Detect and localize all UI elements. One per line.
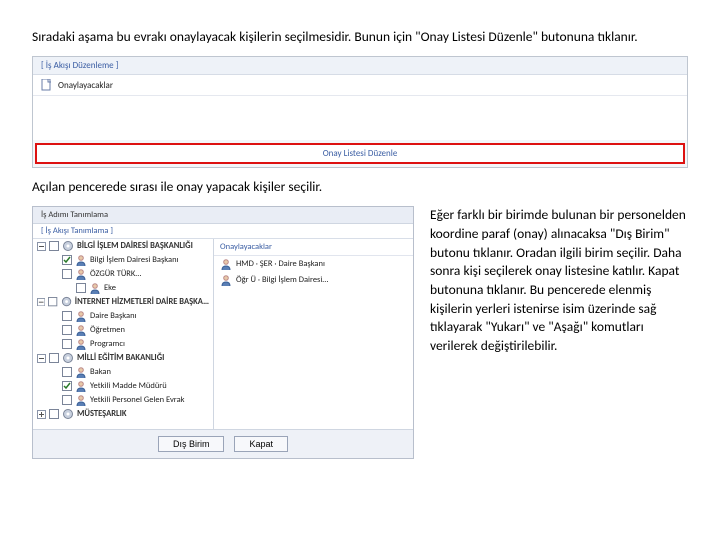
tree-item-label: Yetkili Madde Müdürü (90, 381, 167, 391)
person-icon (75, 366, 87, 378)
org-tree[interactable]: BİLGİ İŞLEM DAİRESİ BAŞKANLIĞI Bilgi İşle… (33, 239, 214, 429)
tree-item-label: Yetkili Personel Gelen Evrak (90, 395, 185, 405)
step-definition-window: İş Adımı Tanımlama [ İş Akışı Tanımlama … (32, 206, 414, 459)
checkbox-icon[interactable] (49, 353, 59, 363)
tree-item[interactable]: ÖZGÜR TÜRK… (33, 267, 213, 281)
close-button[interactable]: Kapat (234, 436, 288, 452)
checkbox-icon[interactable] (49, 409, 59, 419)
gear-icon (62, 240, 74, 252)
tree-toggle-icon[interactable] (37, 298, 45, 307)
checkbox-icon[interactable] (62, 269, 72, 279)
approvers-header: Onaylayacaklar (214, 239, 413, 256)
tree-item[interactable]: Daire Başkanı (33, 309, 213, 323)
tree-item-label: BİLGİ İŞLEM DAİRESİ BAŞKANLIĞI (77, 241, 193, 251)
tree-item-label: Bakan (90, 367, 111, 377)
list-item-label: Öğr Ü · Bilgi İşlem Dairesi… (236, 275, 328, 285)
list-item-label: HMD · ŞER · Daire Başkanı (236, 259, 325, 269)
checkbox-icon[interactable] (76, 283, 86, 293)
person-icon (89, 282, 101, 294)
checkbox-icon[interactable] (62, 381, 72, 391)
tree-item[interactable]: MÜSTEŞARLIK (33, 407, 213, 421)
person-icon (75, 324, 87, 336)
tree-item[interactable]: Öğretmen (33, 323, 213, 337)
checkbox-icon[interactable] (62, 395, 72, 405)
person-icon (75, 394, 87, 406)
tree-item[interactable]: MİLLİ EĞİTİM BAKANLIĞI (33, 351, 213, 365)
tree-item-label: Öğretmen (90, 325, 125, 335)
list-item[interactable]: HMD · ŞER · Daire Başkanı (214, 256, 413, 272)
tree-toggle-icon[interactable] (37, 410, 46, 419)
edit-approval-list-button[interactable]: Onay Listesi Düzenle (35, 143, 685, 164)
step-window-title: İş Adımı Tanımlama (33, 207, 413, 224)
tree-item[interactable]: Bilgi İşlem Dairesi Başkanı (33, 253, 213, 267)
tree-item[interactable]: Programcı (33, 337, 213, 351)
tree-item[interactable]: BİLGİ İŞLEM DAİRESİ BAŞKANLIĞI (33, 239, 213, 253)
tree-node-approvers[interactable]: Onaylayacaklar (33, 75, 687, 96)
checkbox-icon[interactable] (48, 297, 57, 307)
tree-item-label: İNTERNET HİZMETLERİ DAİRE BAŞKA… (75, 297, 209, 307)
list-item[interactable]: Öğr Ü · Bilgi İşlem Dairesi… (214, 272, 413, 288)
person-icon (75, 380, 87, 392)
tree-item-label: Eke (104, 283, 116, 293)
tree-item[interactable]: Yetkili Personel Gelen Evrak (33, 393, 213, 407)
person-icon (75, 338, 87, 350)
tree-item[interactable]: Eke (33, 281, 213, 295)
mid-paragraph: Açılan pencerede sırası ile onay yapacak… (32, 178, 688, 196)
person-icon (75, 310, 87, 322)
tree-toggle-icon[interactable] (37, 242, 46, 251)
right-explanation: Eğer farklı bir birimde bulunan bir pers… (430, 206, 688, 355)
tree-item-label: Programcı (90, 339, 125, 349)
checkbox-icon[interactable] (49, 241, 59, 251)
tree-item-label: Daire Başkanı (90, 311, 136, 321)
person-icon (220, 274, 232, 286)
tree-item-label: ÖZGÜR TÜRK… (90, 269, 141, 279)
node-label: Onaylayacaklar (58, 80, 113, 91)
person-icon (75, 254, 87, 266)
tree-item[interactable]: Yetkili Madde Müdürü (33, 379, 213, 393)
checkbox-icon[interactable] (62, 311, 72, 321)
gear-icon (61, 296, 72, 308)
gear-icon (62, 408, 74, 420)
window-title: [ İş Akışı Düzenleme ] (33, 57, 687, 75)
checkbox-icon[interactable] (62, 325, 72, 335)
person-icon (75, 268, 87, 280)
page-icon (41, 79, 53, 91)
external-unit-button[interactable]: Dış Birim (158, 436, 225, 452)
tree-item[interactable]: Bakan (33, 365, 213, 379)
workflow-edit-window: [ İş Akışı Düzenleme ] Onaylayacaklar On… (32, 56, 688, 168)
person-icon (220, 258, 232, 270)
checkbox-icon[interactable] (62, 339, 72, 349)
gear-icon (62, 352, 74, 364)
tree-item-label: MÜSTEŞARLIK (77, 409, 127, 419)
tree-item-label: MİLLİ EĞİTİM BAKANLIĞI (77, 353, 164, 363)
checkbox-icon[interactable] (62, 367, 72, 377)
approvers-list[interactable]: HMD · ŞER · Daire Başkanı Öğr Ü · Bilgi İ… (214, 256, 413, 288)
checkbox-icon[interactable] (62, 255, 72, 265)
tree-item[interactable]: İNTERNET HİZMETLERİ DAİRE BAŞKA… (33, 295, 213, 309)
tree-item-label: Bilgi İşlem Dairesi Başkanı (90, 255, 179, 265)
step-window-subtitle: [ İş Akışı Tanımlama ] (33, 224, 413, 239)
intro-paragraph: Sıradaki aşama bu evrakı onaylayacak kiş… (32, 28, 688, 46)
tree-toggle-icon[interactable] (37, 354, 46, 363)
